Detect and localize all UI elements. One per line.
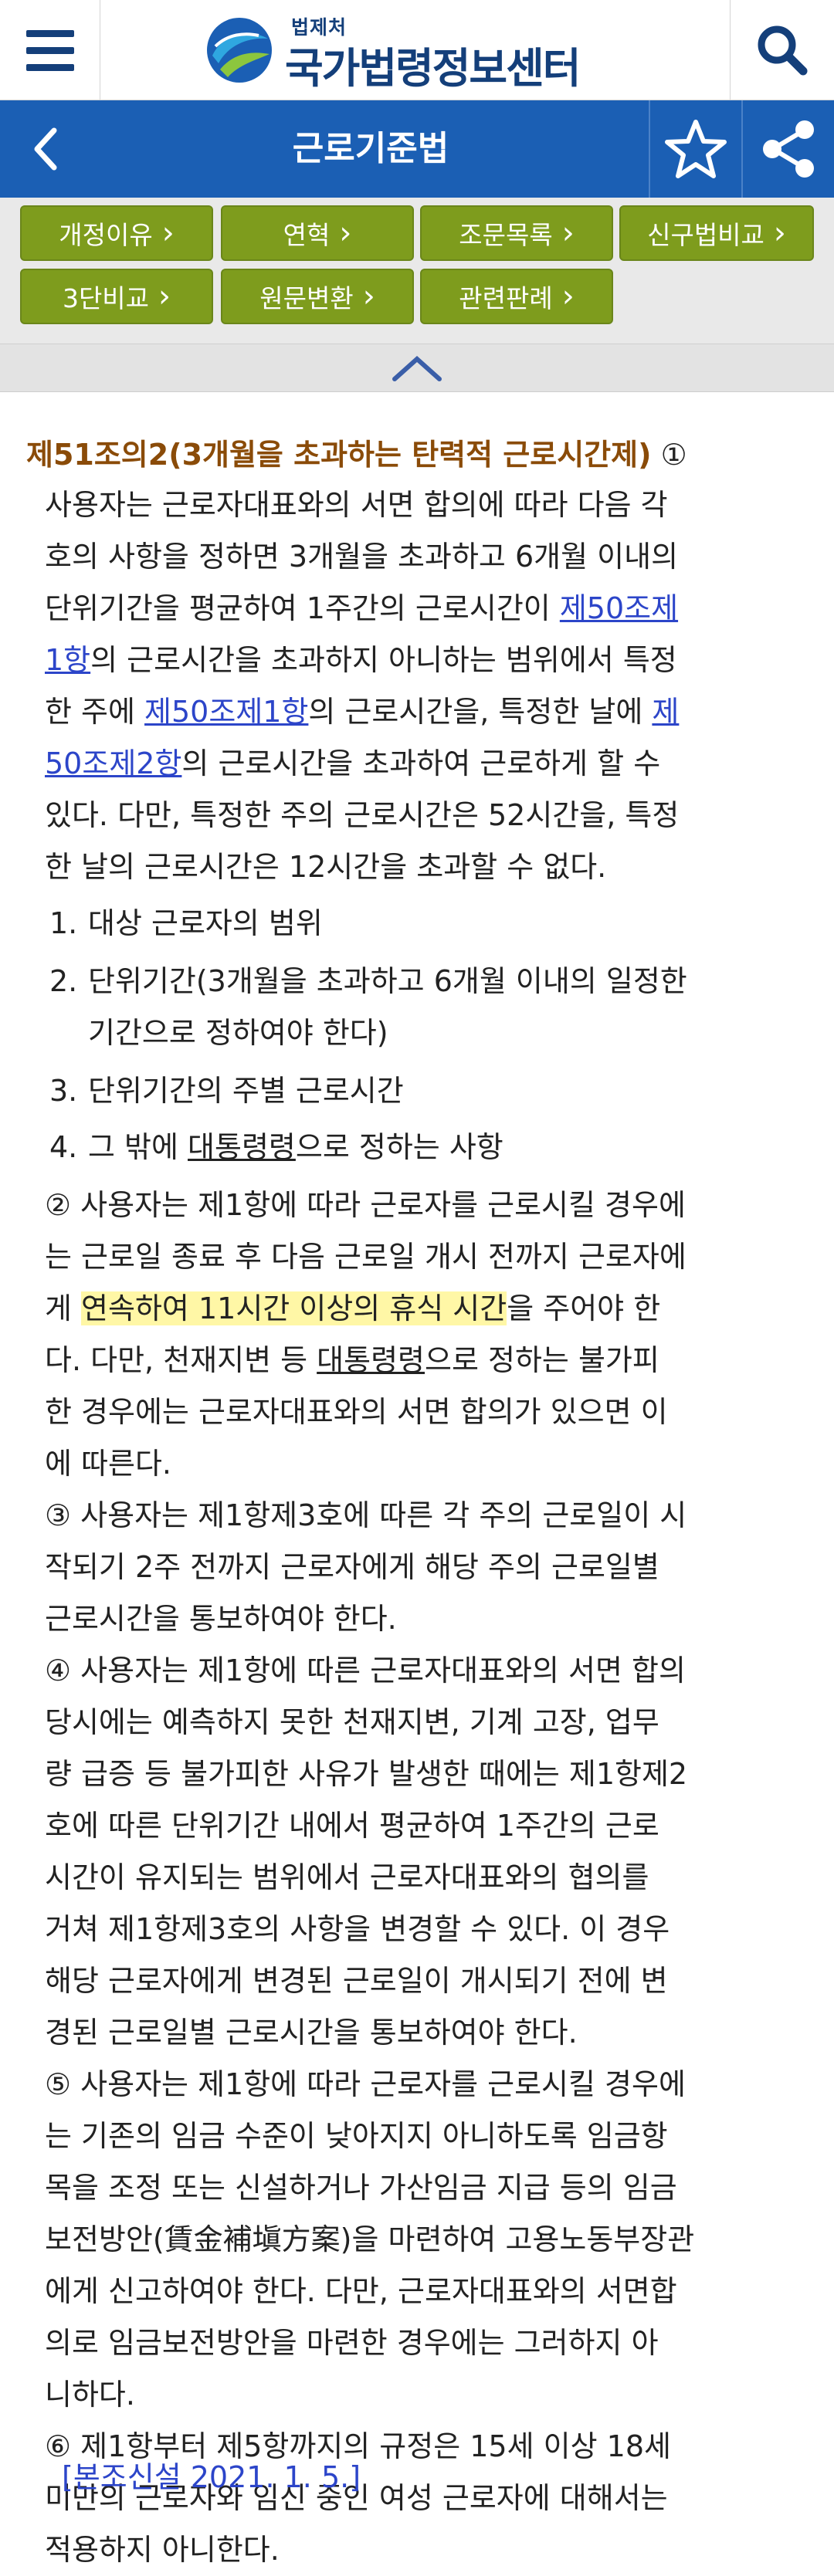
logo-big-text: 국가법령정보센터 [285,44,581,93]
paragraph-line: 1항의 근로시간을 초과하지 아니하는 범위에서 특정 [45,643,677,677]
highlighted-text: 연속하여 11시간 이상의 휴식 시간 [81,1291,507,1325]
paragraph-line: 작되기 2주 전까지 근로자에게 해당 주의 근로일별 [45,1550,659,1584]
search-icon [758,25,808,76]
chevron-right-icon: › [362,279,375,314]
article-list-button[interactable]: 조문목록 › [420,205,613,261]
law-link[interactable]: 제 [652,695,679,729]
paragraph-line: 당시에는 예측하지 못한 천재지변, 기계 고장, 업무 [45,1705,659,1739]
logo-mark-icon [207,18,272,83]
paragraph-line: 호의 사항을 정하면 3개월을 초과하고 6개월 이내의 [45,540,679,574]
paragraph-line: ④ 사용자는 제1항에 따른 근로자대표와의 서면 합의 [45,1654,686,1687]
law-link[interactable]: 제50조제1항 [144,695,308,729]
decree-link[interactable]: 대통령령 [188,1130,296,1164]
paragraph-line: 근로시간을 통보하여야 한다. [45,1602,397,1636]
action-button-area: 개정이유 › 연혁 › 조문목록 › 신구법비교 › 3단비교 › 원문변환 › 관련판례 › [0,198,834,344]
paragraph-line: 다. 다만, 천재지변 등 대통령령으로 정하는 불가피 [45,1343,659,1377]
old-new-compare-button[interactable]: 신구법비교 › [619,205,814,261]
paragraph-line: 시간이 유지되는 범위에서 근로자대표와의 협의를 [45,1860,649,1894]
paragraph-number: ① [660,438,687,472]
three-step-compare-button[interactable]: 3단비교 › [20,269,213,324]
revision-reason-button[interactable]: 개정이유 › [20,205,213,261]
paragraph-line: ⑤ 사용자는 제1항에 따라 근로자를 근로시킬 경우에 [45,2067,686,2101]
chevron-right-icon: › [161,215,175,251]
paragraph-line: 경된 근로일별 근로시간을 통보하여야 한다. [45,2016,578,2050]
paragraph-line: 의로 임금보전방안을 마련한 경우에는 그러하지 아 [45,2326,659,2360]
chevron-right-icon: › [339,215,352,251]
list-item: 3. 단위기간의 주별 근로시간 [49,1074,404,1108]
chevron-right-icon: › [561,215,575,251]
paragraph-line: 목을 조정 또는 신설하거나 가산임금 지급 등의 임금 [45,2171,677,2205]
list-item-continuation: 기간으로 정하여야 한다) [88,1016,388,1050]
list-item: 2. 단위기간(3개월을 초과하고 6개월 이내의 일정한 [49,964,687,998]
site-logo[interactable]: 법제처 국가법령정보센터 [205,11,591,93]
share-icon [763,120,814,178]
paragraph-line: 게 연속하여 11시간 이상의 휴식 시간을 주어야 한 [45,1291,661,1325]
chevron-up-icon [392,355,442,381]
law-link[interactable]: 1항 [45,643,90,677]
paragraph-line: 보전방안(賃金補塡方案)을 마련하여 고용노동부장관 [45,2222,695,2256]
favorite-button[interactable] [649,100,741,198]
share-button[interactable] [741,100,834,198]
paragraph-line: 한 날의 근로시간은 12시간을 초과할 수 없다. [45,850,607,884]
paragraph-line: 에 따른다. [45,1447,171,1481]
paragraph-line: 에게 신고하여야 한다. 다만, 근로자대표와의 서면합 [45,2274,677,2308]
paragraph-line: ② 사용자는 제1항에 따라 근로자를 근로시킬 경우에 [45,1188,686,1222]
paragraph-line: 해당 근로자에게 변경된 근로일이 개시되기 전에 변 [45,1964,668,1998]
article-heading: 제51조의2(3개월을 초과하는 탄력적 근로시간제) ① [26,428,822,482]
star-icon [665,120,727,178]
law-link[interactable]: 50조제2항 [45,746,181,780]
paragraph-line: ③ 사용자는 제1항제3호에 따른 각 주의 근로일이 시 [45,1498,687,1532]
page-title: 근로기준법 [292,129,449,168]
related-cases-button[interactable]: 관련판례 › [420,269,613,324]
paragraph-line: 니하다. [45,2378,135,2412]
paragraph-line: 사용자는 근로자대표와의 서면 합의에 따라 다음 각 [45,488,668,522]
history-button[interactable]: 연혁 › [221,205,414,261]
chevron-right-icon: › [561,279,575,314]
article-title: 제51조의2(3개월을 초과하는 탄력적 근로시간제) [26,438,652,472]
menu-button[interactable] [0,0,100,100]
law-link[interactable]: 제50조제 [560,591,678,625]
collapse-toggle[interactable] [0,344,834,392]
paragraph-line: 는 기존의 임금 수준이 낮아지지 아니하도록 임금항 [45,2119,668,2153]
paragraph-line: 량 급증 등 불가피한 사유가 발생한 때에는 제1항제2 [45,1757,688,1791]
paragraph-line: 거쳐 제1항제3호의 사항을 변경할 수 있다. 이 경우 [45,1912,670,1946]
paragraph-line: 호에 따른 단위기간 내에서 평균하여 1주간의 근로 [45,1809,659,1843]
paragraph-line: 적용하지 아니한다. [45,2533,280,2567]
list-item: 1. 대상 근로자의 범위 [49,906,323,940]
paragraph-line: 있다. 다만, 특정한 주의 근로시간은 52시간을, 특정 [45,798,680,832]
chevron-right-icon: › [773,215,786,251]
paragraph-line: 단위기간을 평균하여 1주간의 근로시간이 제50조제 [45,591,679,625]
original-convert-button[interactable]: 원문변환 › [221,269,414,324]
article-body: 제51조의2(3개월을 초과하는 탄력적 근로시간제) ① 사용자는 근로자대표… [0,392,834,2574]
paragraph-line: 한 경우에는 근로자대표와의 서면 합의가 있으면 이 [45,1395,668,1429]
decree-link[interactable]: 대통령령 [317,1343,425,1377]
paragraph-line: 한 주에 제50조제1항의 근로시간을, 특정한 날에 제 [45,695,680,729]
chevron-left-icon [34,127,57,171]
title-bar: 근로기준법 [0,100,834,198]
paragraph-line: 50조제2항의 근로시간을 초과하여 근로하게 할 수 [45,746,661,780]
list-item: 4. 그 밖에 대통령령으로 정하는 사항 [49,1130,503,1164]
hamburger-menu-icon [25,29,74,37]
search-button[interactable] [730,0,834,100]
chevron-right-icon: › [158,279,171,314]
top-header: 법제처 국가법령정보센터 [0,0,834,100]
paragraph-line: 는 근로일 종료 후 다음 근로일 개시 전까지 근로자에 [45,1240,687,1274]
enactment-note: [본조신설 2021. 1. 5.] [62,2460,361,2494]
back-button[interactable] [0,100,93,198]
